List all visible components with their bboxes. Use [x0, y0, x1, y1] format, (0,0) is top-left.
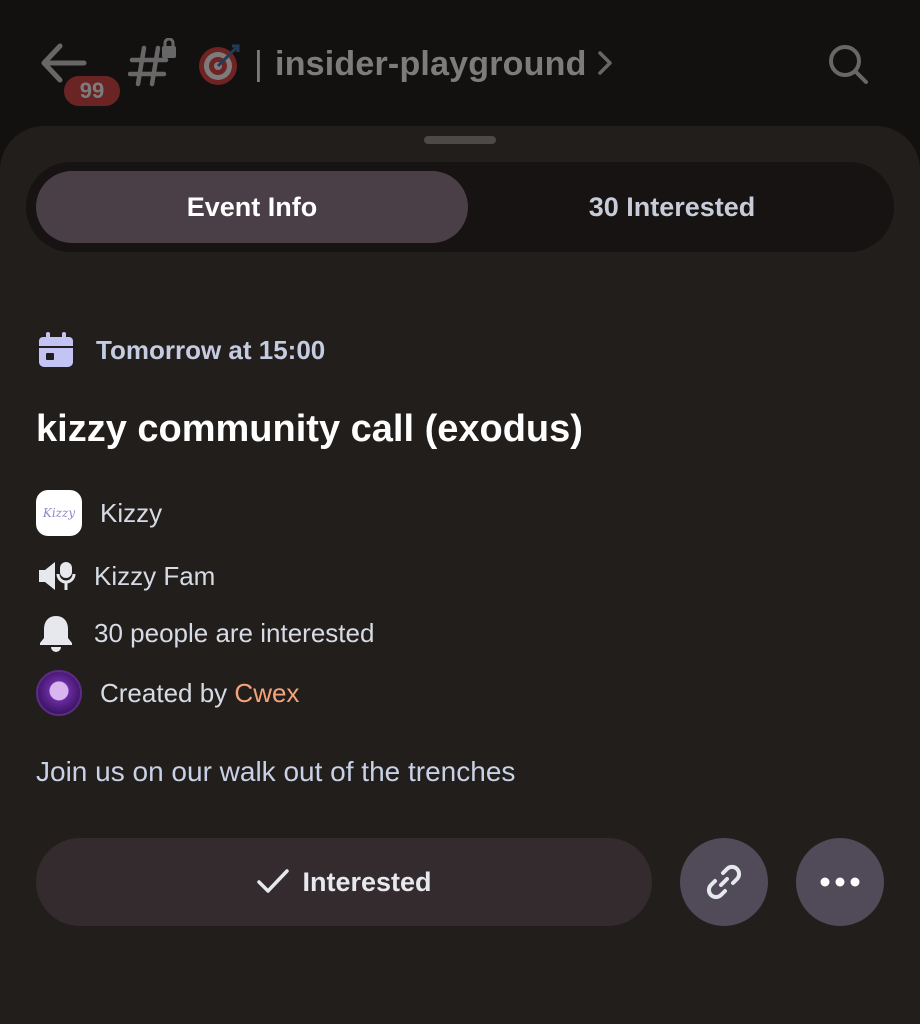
event-description: Join us on our walk out of the trenches: [36, 756, 516, 787]
more-options-button[interactable]: [796, 838, 884, 926]
creator-name[interactable]: Cwex: [234, 678, 299, 708]
guild-row[interactable]: Kizzy Kizzy: [36, 490, 162, 536]
interest-row: 30 people are interested: [36, 613, 374, 653]
event-time-row: Tomorrow at 15:00: [36, 330, 325, 370]
created-by-label: Created by: [100, 677, 228, 708]
channel-row[interactable]: Kizzy Fam: [36, 556, 215, 596]
interest-text: 30 people are interested: [94, 617, 375, 648]
drag-handle[interactable]: [424, 136, 496, 144]
interested-button[interactable]: Interested: [36, 838, 652, 926]
stage-channel-icon: [36, 556, 76, 596]
channel-title[interactable]: | insider-playground: [254, 40, 587, 88]
channel-header: 99 | insider-playground: [0, 0, 920, 130]
tab-event-info[interactable]: Event Info: [36, 171, 468, 243]
link-icon: [706, 864, 742, 900]
event-time: Tomorrow at 15:00: [96, 334, 326, 365]
channel-name: Kizzy Fam: [94, 560, 216, 591]
target-emoji-icon: [196, 42, 242, 88]
unread-badge: 99: [60, 72, 124, 110]
chevron-right-icon[interactable]: [594, 48, 616, 78]
more-icon: [820, 877, 860, 887]
interested-label: Interested: [302, 866, 432, 897]
creator-text: Created by Cwex: [100, 678, 299, 709]
title-separator: |: [254, 45, 264, 83]
creator-avatar: [36, 670, 82, 716]
calendar-icon: [36, 330, 76, 370]
checkmark-icon: [257, 869, 290, 893]
guild-name: Kizzy: [100, 497, 163, 528]
tab-interested[interactable]: 30 Interested: [456, 171, 888, 243]
event-tabs: Event Info 30 Interested: [26, 162, 894, 252]
copy-link-button[interactable]: [680, 838, 768, 926]
guild-logo: Kizzy: [36, 490, 82, 536]
channel-name: insider-playground: [275, 45, 587, 83]
locked-hash-icon: [127, 37, 180, 90]
bell-icon: [36, 613, 76, 653]
creator-row[interactable]: Created by Cwex: [36, 670, 299, 716]
search-icon[interactable]: [826, 42, 870, 86]
event-title: kizzy community call (exodus): [36, 408, 583, 450]
event-sheet: Event Info 30 Interested Tomorrow at 15:…: [0, 126, 920, 1024]
